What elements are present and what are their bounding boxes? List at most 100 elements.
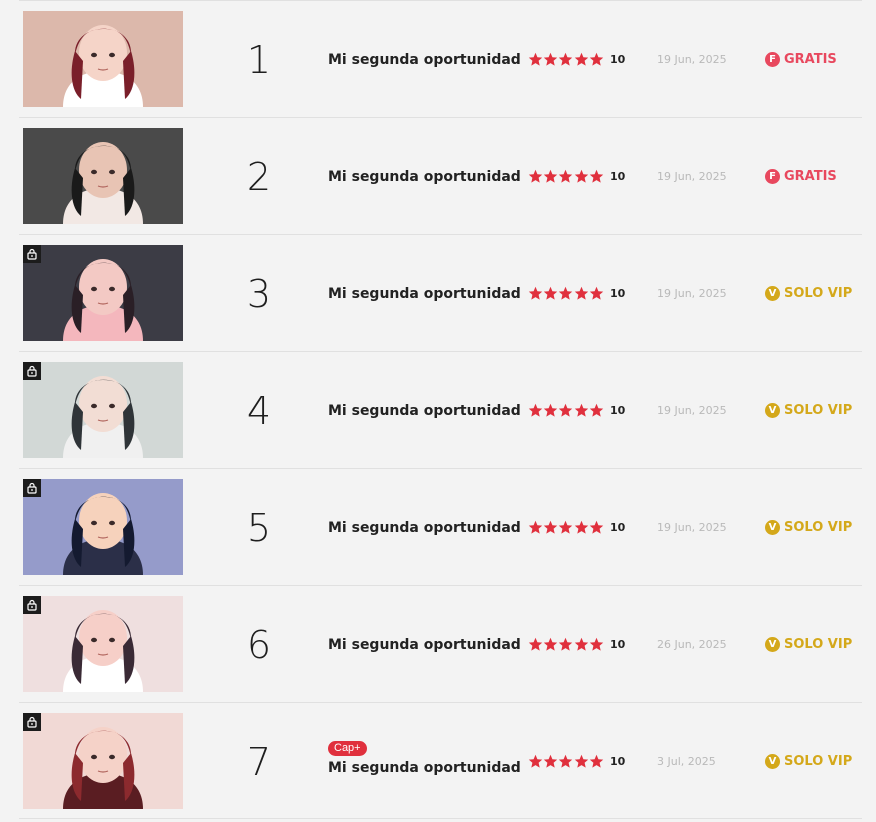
star-icon: [528, 169, 543, 183]
rating-score: 10: [609, 521, 626, 534]
episode-title[interactable]: Mi segunda oportunidad: [328, 520, 521, 536]
access-badge-label: SOLO VIP: [784, 286, 853, 301]
episode-number: 1: [246, 37, 272, 82]
episode-number: 2: [246, 154, 272, 199]
episode-thumbnail[interactable]: [23, 596, 183, 692]
access-badge[interactable]: V SOLO VIP: [765, 469, 852, 586]
episode-title[interactable]: Mi segunda oportunidad: [328, 637, 521, 653]
episode-title-box: Mi segunda oportunidad: [328, 352, 521, 469]
vip-icon: V: [765, 754, 780, 769]
star-icon: [528, 286, 543, 300]
episode-title-box: Mi segunda oportunidad: [328, 1, 521, 118]
vip-icon: V: [765, 286, 780, 301]
star-icon: [589, 286, 603, 300]
star-icon: [543, 169, 558, 183]
episode-date: 19 Jun, 2025: [657, 521, 727, 534]
star-icon: [543, 286, 558, 300]
star-icon: [559, 520, 573, 534]
access-badge-label: GRATIS: [784, 52, 837, 67]
episode-row[interactable]: 7 Cap+ Mi segunda oportunidad 10 3 Jul, …: [19, 702, 862, 819]
star-icon: [589, 403, 603, 417]
episode-rating: 10: [528, 586, 625, 703]
episode-thumbnail[interactable]: [23, 11, 183, 107]
rating-score: 10: [609, 755, 626, 768]
episode-thumbnail[interactable]: [23, 128, 183, 224]
star-icon: [528, 52, 543, 66]
episode-title-box: Mi segunda oportunidad: [328, 586, 521, 703]
star-icon: [559, 637, 573, 651]
vip-icon: V: [765, 520, 780, 535]
lock-icon: [23, 596, 41, 614]
episode-row[interactable]: 4 Mi segunda oportunidad 10 19 Jun, 2025…: [19, 351, 862, 468]
access-badge[interactable]: V SOLO VIP: [765, 352, 852, 469]
star-icon: [559, 169, 573, 183]
star-icon: [589, 754, 603, 768]
access-badge[interactable]: F GRATIS: [765, 118, 837, 235]
episode-thumbnail[interactable]: [23, 245, 183, 341]
episode-rating: 10: [528, 235, 625, 352]
thumbnail-art: [23, 713, 183, 809]
episode-thumbnail[interactable]: [23, 479, 183, 575]
episode-title-box: Mi segunda oportunidad: [328, 469, 521, 586]
episode-number: 7: [246, 739, 272, 784]
star-icon: [574, 286, 588, 300]
rating-score: 10: [609, 638, 626, 651]
episode-number: 5: [246, 505, 272, 550]
star-icon: [574, 637, 588, 651]
star-icon: [574, 169, 588, 183]
episode-date: 19 Jun, 2025: [657, 287, 727, 300]
episode-title[interactable]: Mi segunda oportunidad: [328, 169, 521, 185]
episode-row[interactable]: 2 Mi segunda oportunidad 10 19 Jun, 2025…: [19, 117, 862, 234]
free-icon: F: [765, 52, 780, 67]
episode-rating: 10: [528, 352, 625, 469]
episode-row[interactable]: 6 Mi segunda oportunidad 10 26 Jun, 2025…: [19, 585, 862, 702]
access-badge-label: GRATIS: [784, 169, 837, 184]
star-icon: [543, 403, 558, 417]
episode-title-box: Mi segunda oportunidad: [328, 235, 521, 352]
access-badge[interactable]: V SOLO VIP: [765, 235, 852, 352]
rating-score: 10: [609, 287, 626, 300]
lock-icon: [23, 245, 41, 263]
episode-number: 6: [246, 622, 272, 667]
star-icon: [543, 637, 558, 651]
episode-thumbnail[interactable]: [23, 362, 183, 458]
episode-number: 3: [246, 271, 272, 316]
star-icon: [574, 520, 588, 534]
episode-rating: 10: [528, 469, 625, 586]
access-badge[interactable]: V SOLO VIP: [765, 586, 852, 703]
episode-rating: 10: [528, 1, 625, 118]
access-badge-label: SOLO VIP: [784, 637, 853, 652]
episode-rating: 10: [528, 118, 625, 235]
rating-score: 10: [609, 404, 626, 417]
episode-title[interactable]: Mi segunda oportunidad: [328, 52, 521, 68]
episode-title[interactable]: Mi segunda oportunidad: [328, 403, 521, 419]
episode-row[interactable]: 5 Mi segunda oportunidad 10 19 Jun, 2025…: [19, 468, 862, 585]
access-badge-label: SOLO VIP: [784, 520, 853, 535]
episode-title[interactable]: Mi segunda oportunidad: [328, 760, 521, 776]
star-icon: [528, 520, 543, 534]
star-icon: [574, 403, 588, 417]
star-icon: [589, 637, 603, 651]
access-badge[interactable]: V SOLO VIP: [765, 703, 852, 820]
episode-date: 3 Jul, 2025: [657, 755, 716, 768]
star-icon: [559, 754, 573, 768]
star-icon: [559, 403, 573, 417]
thumbnail-art: [23, 596, 183, 692]
episode-date: 19 Jun, 2025: [657, 53, 727, 66]
thumbnail-art: [23, 11, 183, 107]
episode-thumbnail[interactable]: [23, 713, 183, 809]
episode-row[interactable]: 1 Mi segunda oportunidad 10 19 Jun, 2025…: [19, 0, 862, 117]
episode-title[interactable]: Mi segunda oportunidad: [328, 286, 521, 302]
rating-score: 10: [609, 53, 626, 66]
episode-row[interactable]: 3 Mi segunda oportunidad 10 19 Jun, 2025…: [19, 234, 862, 351]
episode-date: 19 Jun, 2025: [657, 404, 727, 417]
lock-icon: [23, 713, 41, 731]
star-icon: [589, 169, 603, 183]
episode-number: 4: [246, 388, 272, 433]
access-badge[interactable]: F GRATIS: [765, 1, 837, 118]
star-icon: [574, 754, 588, 768]
episode-title-box: Mi segunda oportunidad: [328, 118, 521, 235]
episode-date: 26 Jun, 2025: [657, 638, 727, 651]
star-icon: [543, 520, 558, 534]
vip-icon: V: [765, 403, 780, 418]
